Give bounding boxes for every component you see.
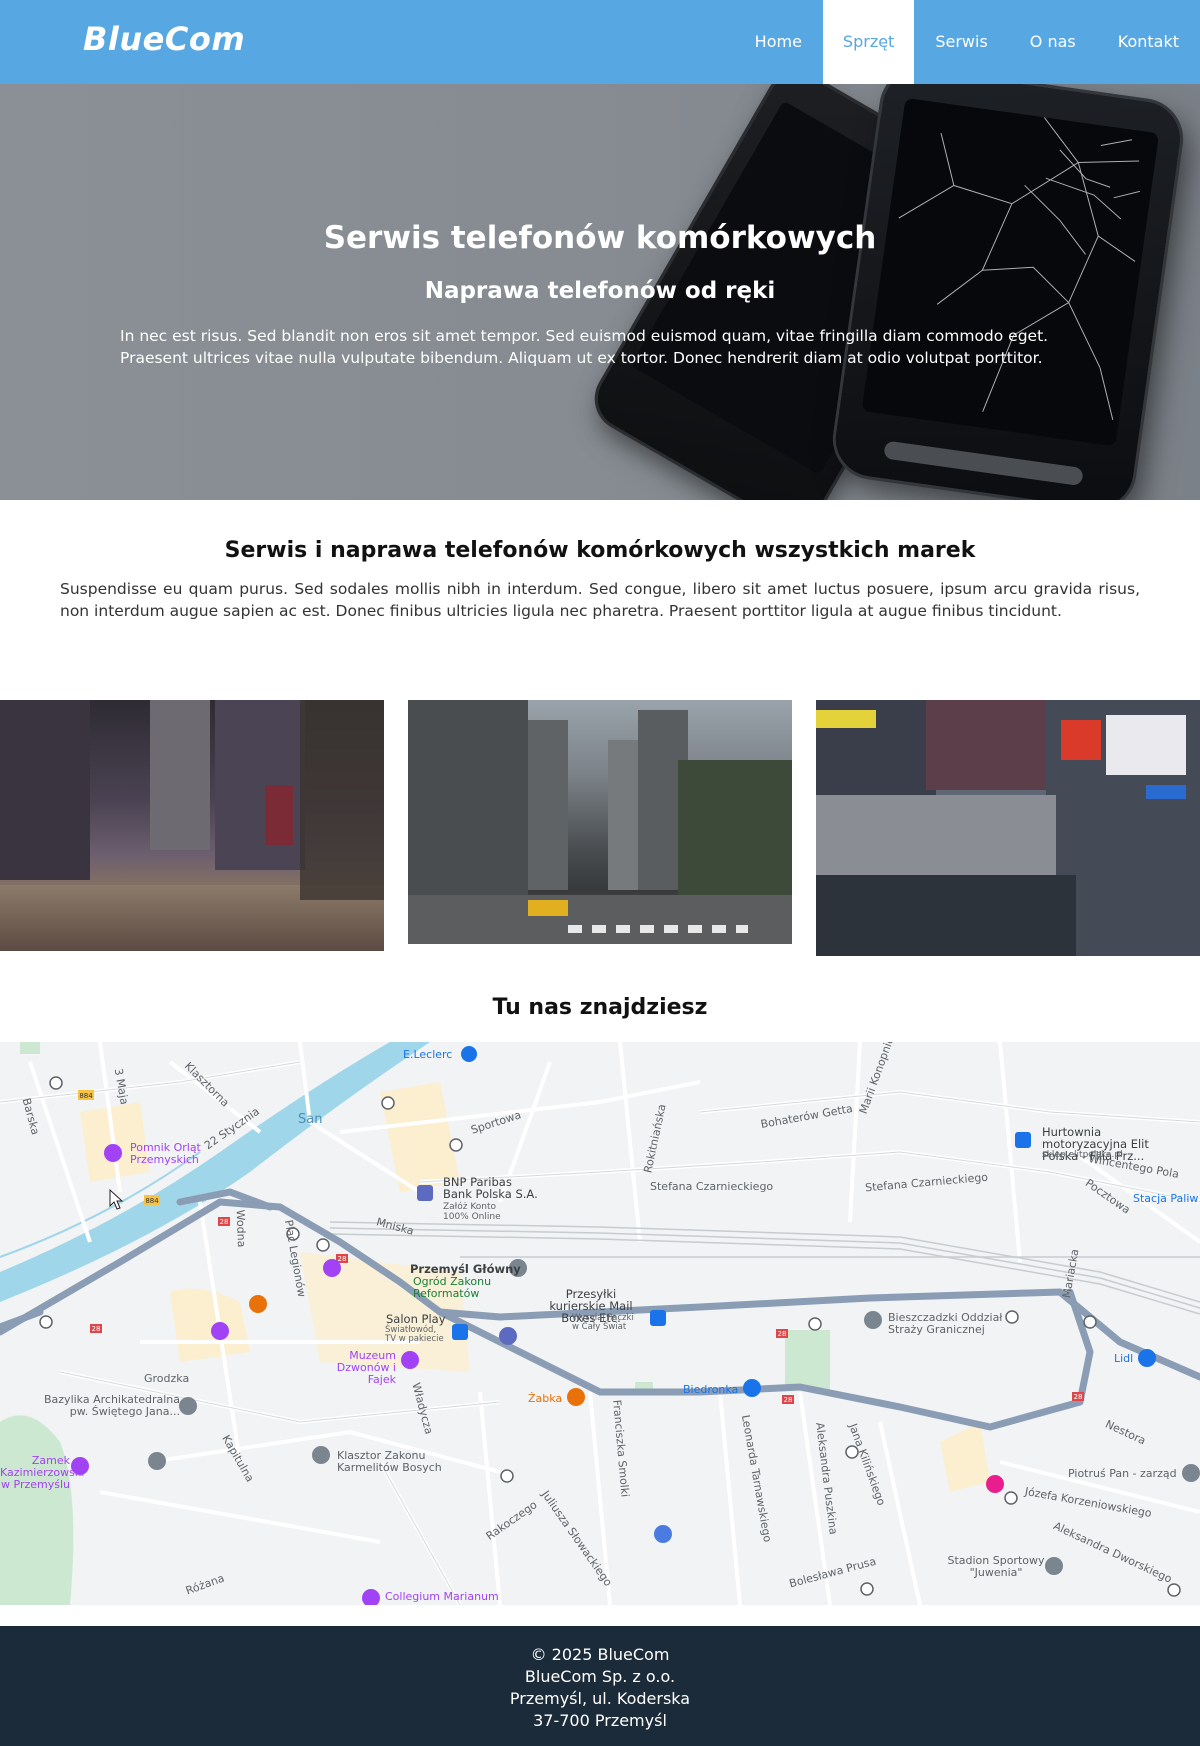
footer-postcode: 37-700 Przemyśl xyxy=(533,1711,667,1730)
map-label-pomnik[interactable]: Pomnik Orląt Przemyskich xyxy=(130,1142,210,1166)
map-label-wodna: Wodna xyxy=(233,1209,248,1248)
map-label-bnp[interactable]: BNP Paribas Bank Polska S.A. xyxy=(443,1176,543,1200)
footer: © 2025 BlueCom BlueCom Sp. z o.o. Przemy… xyxy=(0,1626,1200,1746)
gallery-image-busy-crossing xyxy=(816,700,1200,956)
map-label-zamek[interactable]: Zamek Kazimierzowski w Przemyślu xyxy=(0,1455,84,1491)
nav-item-serwis[interactable]: Serwis xyxy=(914,0,1008,84)
section-title: Serwis i naprawa telefonów komórkowych w… xyxy=(224,538,976,563)
route-number-label: 884 xyxy=(79,1092,93,1100)
map-label-grodzka: Grodzka xyxy=(144,1372,190,1385)
footer-copyright: © 2025 BlueCom xyxy=(530,1645,670,1664)
navbar: BlueCom Home Sprzęt Serwis O nas Kontakt xyxy=(0,0,1200,84)
map-label-stacja[interactable]: Stacja Paliw xyxy=(1133,1192,1198,1205)
footer-street: Przemyśl, ul. Koderska xyxy=(509,1689,691,1708)
route-number-label: 28 xyxy=(784,1396,793,1404)
footer-company: BlueCom Sp. z o.o. xyxy=(524,1667,676,1686)
map-label-piotrus[interactable]: Piotruś Pan - zarząd xyxy=(1068,1467,1177,1480)
nav-item-kontakt[interactable]: Kontakt xyxy=(1097,0,1200,84)
map-label-collegium[interactable]: Collegium Marianum xyxy=(385,1590,499,1603)
route-number-label: 28 xyxy=(92,1325,101,1333)
map-label-river-san: San xyxy=(298,1112,323,1127)
map-label-karmelici[interactable]: Klasztor Zakonu Karmelitów Bosych xyxy=(337,1450,447,1474)
hero-text: In nec est risus. Sed blandit non eros s… xyxy=(120,327,1049,367)
section-text: Suspendisse eu quam purus. Sed sodales m… xyxy=(60,580,1140,620)
map-label-stadion[interactable]: Stadion Sportowy "Juwenia" xyxy=(946,1555,1046,1579)
map-label-salon-sub: Światłowód, TV w pakiecie xyxy=(385,1325,444,1344)
map-label-leclerc[interactable]: E.Leclerc xyxy=(403,1048,452,1061)
route-number-label: 28 xyxy=(220,1218,229,1226)
gallery-image-city-avenue xyxy=(408,700,792,944)
map-label-stefana-1: Stefana Czarnieckiego xyxy=(650,1180,774,1193)
map-label-lidl[interactable]: Lidl xyxy=(1114,1352,1133,1365)
route-number-label: 28 xyxy=(1074,1393,1083,1401)
hero-banner: Serwis telefonów komórkowych Naprawa tel… xyxy=(0,84,1200,500)
map-label-przesylki-sub: Wysyłaj Paczki w Cały Świat xyxy=(572,1313,634,1332)
map-label-zabka[interactable]: Żabka xyxy=(528,1392,562,1405)
route-number-label: 884 xyxy=(145,1197,159,1205)
map-label-bieszczadzki[interactable]: Bieszczadzki Oddział Straży Granicznej xyxy=(888,1312,1008,1336)
map-label-biedronka[interactable]: Biedronka xyxy=(683,1383,738,1396)
brand-logo[interactable]: BlueCom xyxy=(83,20,245,58)
nav-menu: Home Sprzęt Serwis O nas Kontakt xyxy=(734,0,1200,84)
map-title: Tu nas znajdziesz xyxy=(492,995,708,1020)
hero-title: Serwis telefonów komórkowych xyxy=(323,220,877,256)
map-label-dworzec[interactable]: Przemyśl Główny xyxy=(410,1262,521,1276)
cracked-glass-image xyxy=(898,117,1140,420)
map-label-ogrod[interactable]: Ogród Zakonu Reformatów xyxy=(413,1276,493,1300)
map-label-salon[interactable]: Salon Play xyxy=(386,1312,446,1326)
map-label-muzeum[interactable]: Muzeum Dzwonów i Fajek xyxy=(306,1350,396,1386)
route-number-label: 28 xyxy=(778,1330,787,1338)
map-label-bazylika[interactable]: Bazylika Archikatedralna pw. Świętego Ja… xyxy=(40,1394,180,1418)
gallery-image-evening-street xyxy=(0,700,384,951)
map-label-bnp-sub: Załóż Konto 100% Online xyxy=(443,1202,501,1222)
nav-item-o-nas[interactable]: O nas xyxy=(1009,0,1097,84)
hero-subtitle: Naprawa telefonów od ręki xyxy=(424,278,776,304)
route-number-label: 28 xyxy=(338,1255,347,1263)
nav-item-home[interactable]: Home xyxy=(734,0,823,84)
google-map[interactable]: 884 884 28 28 28 28 28 28 E.Leclerc San 3 Maja … xyxy=(0,1042,1200,1605)
nav-item-sprzet[interactable]: Sprzęt xyxy=(822,0,915,84)
